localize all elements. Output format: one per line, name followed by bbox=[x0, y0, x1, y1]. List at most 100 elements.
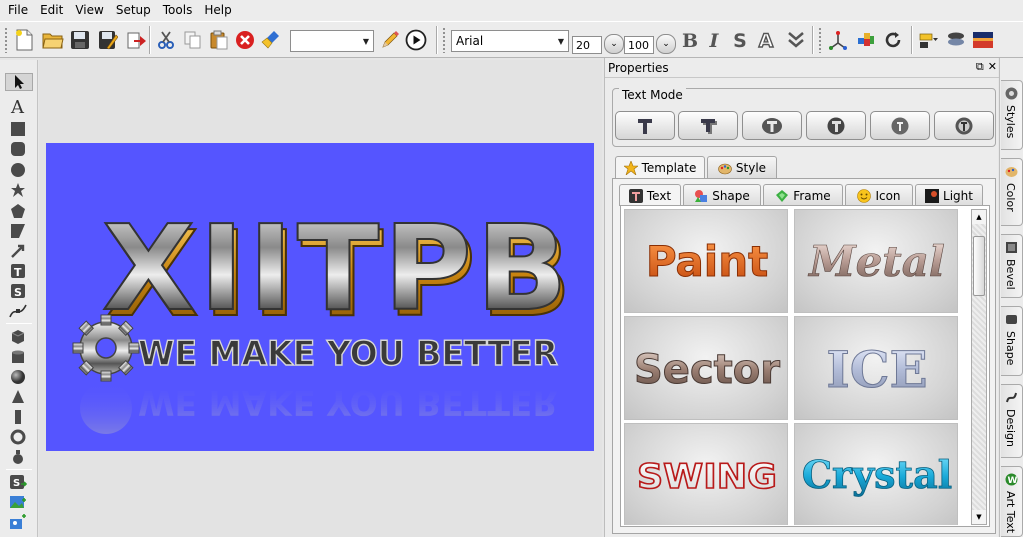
tab-light[interactable]: Light bbox=[915, 184, 983, 206]
background-image-icon[interactable] bbox=[971, 28, 995, 52]
shadow-button[interactable]: S bbox=[729, 29, 751, 53]
cut-icon[interactable] bbox=[154, 28, 178, 52]
text-tool-icon[interactable]: A bbox=[9, 97, 27, 115]
text-mode-flat-button[interactable] bbox=[615, 111, 675, 140]
tab-frame[interactable]: Frame bbox=[763, 184, 843, 206]
scale-spinner[interactable]: 100 ⌄ bbox=[624, 32, 676, 54]
menu-file[interactable]: File bbox=[2, 0, 34, 21]
template-metal[interactable]: Metal bbox=[794, 209, 958, 313]
color-fill-icon[interactable] bbox=[854, 28, 878, 52]
cylinder-tool-icon[interactable] bbox=[9, 348, 27, 366]
text-mode-disc-button[interactable] bbox=[870, 111, 930, 140]
side-tab-design[interactable]: Design bbox=[1001, 384, 1023, 458]
tab-style[interactable]: Style bbox=[707, 156, 777, 178]
symbol-tool-icon[interactable]: S bbox=[9, 282, 27, 300]
rectangle-tool-icon[interactable] bbox=[9, 120, 27, 138]
side-tab-bevel[interactable]: Bevel bbox=[1001, 234, 1023, 298]
tab-text[interactable]: Text bbox=[619, 184, 681, 206]
save-as-icon[interactable] bbox=[96, 28, 120, 52]
ellipse-tool-icon[interactable] bbox=[9, 161, 27, 179]
copy-icon[interactable] bbox=[181, 28, 205, 52]
bottle-tool-icon[interactable] bbox=[9, 448, 27, 466]
clear-brush-icon[interactable] bbox=[259, 28, 283, 52]
scale-value[interactable]: 100 bbox=[624, 36, 654, 54]
cone-tool-icon[interactable] bbox=[9, 388, 27, 406]
rotate-icon[interactable] bbox=[881, 28, 905, 52]
cube-tool-icon[interactable] bbox=[9, 328, 27, 346]
star-tool-icon[interactable] bbox=[9, 181, 27, 199]
open-folder-icon[interactable] bbox=[41, 28, 65, 52]
scroll-up-icon[interactable]: ▲ bbox=[972, 210, 986, 224]
scrollbar-thumb[interactable] bbox=[973, 236, 985, 296]
close-panel-icon[interactable]: ✕ bbox=[988, 60, 997, 74]
menu-edit[interactable]: Edit bbox=[34, 0, 69, 21]
float-panel-icon[interactable]: ⧉ bbox=[976, 60, 984, 74]
font-name-combo[interactable]: Arial ▼ bbox=[451, 30, 569, 52]
spin-arrows-icon[interactable]: ⌄ bbox=[656, 34, 676, 54]
pencil-icon[interactable] bbox=[378, 28, 402, 52]
text-box-tool-icon[interactable]: T bbox=[9, 262, 27, 280]
delete-icon[interactable] bbox=[233, 28, 257, 52]
arrow-tool-icon[interactable] bbox=[9, 242, 27, 260]
select-tool-icon[interactable] bbox=[5, 73, 33, 91]
font-size-spinner[interactable]: 20 ⌄ bbox=[572, 32, 624, 54]
import-image-icon[interactable]: S bbox=[9, 473, 27, 491]
picture-tool-icon[interactable] bbox=[9, 493, 27, 511]
slant-shape-tool-icon[interactable] bbox=[9, 222, 27, 240]
export-icon[interactable] bbox=[124, 28, 148, 52]
side-tab-shape[interactable]: Shape bbox=[1001, 306, 1023, 376]
gallery-scrollbar[interactable]: ▲ ▼ bbox=[971, 209, 987, 525]
font-size-value[interactable]: 20 bbox=[572, 36, 602, 54]
template-crystal[interactable]: Crystal bbox=[794, 423, 958, 525]
tab-shape[interactable]: Shape bbox=[683, 184, 761, 206]
chevron-down-icon[interactable]: ▼ bbox=[359, 31, 373, 51]
template-paint[interactable]: Paint bbox=[624, 209, 788, 313]
scroll-down-icon[interactable]: ▼ bbox=[972, 510, 986, 524]
main-toolbar: ▼ Arial ▼ 20 ⌄ 100 ⌄ B I S A bbox=[0, 21, 1023, 58]
tab-icon[interactable]: Icon bbox=[845, 184, 913, 206]
template-sector[interactable]: Sector bbox=[624, 316, 788, 420]
italic-button[interactable]: I bbox=[703, 29, 725, 53]
style-combo[interactable]: ▼ bbox=[290, 30, 374, 52]
logo-artwork[interactable]: XIITPB XIITPB WE MAKE YOU BETTER WE MAKE… bbox=[46, 143, 594, 451]
transform-axis-icon[interactable] bbox=[826, 28, 850, 52]
text-mode-cylinder-button[interactable] bbox=[742, 111, 802, 140]
properties-header: Properties ⧉ ✕ bbox=[605, 58, 999, 78]
bar-tool-icon[interactable] bbox=[9, 408, 27, 426]
spin-arrows-icon[interactable]: ⌄ bbox=[604, 34, 624, 54]
text-mode-ring-button[interactable] bbox=[934, 111, 994, 140]
align-icon[interactable] bbox=[916, 28, 940, 52]
text-mode-sphere-button[interactable] bbox=[806, 111, 866, 140]
menu-view[interactable]: View bbox=[69, 0, 109, 21]
play-preview-icon[interactable] bbox=[404, 28, 428, 52]
new-file-icon[interactable] bbox=[12, 28, 36, 52]
design-canvas[interactable]: XIITPB XIITPB WE MAKE YOU BETTER WE MAKE… bbox=[46, 143, 594, 451]
toolbar-grip[interactable] bbox=[4, 27, 8, 53]
ring-tool-icon[interactable] bbox=[9, 428, 27, 446]
color-palette-icon bbox=[1005, 167, 1018, 177]
template-swing[interactable]: SWING bbox=[624, 423, 788, 525]
sphere-tool-icon[interactable] bbox=[9, 368, 27, 386]
curve-tool-icon[interactable] bbox=[9, 302, 27, 320]
side-tab-styles[interactable]: Styles bbox=[1001, 80, 1023, 150]
rounded-rect-tool-icon[interactable] bbox=[9, 140, 27, 158]
layers-icon[interactable] bbox=[944, 28, 968, 52]
text-mode-extrude-button[interactable] bbox=[678, 111, 738, 140]
pentagon-tool-icon[interactable] bbox=[9, 202, 27, 220]
menu-tools[interactable]: Tools bbox=[157, 0, 199, 21]
menu-help[interactable]: Help bbox=[198, 0, 237, 21]
side-tab-color[interactable]: Color bbox=[1001, 158, 1023, 226]
clipart-tool-icon[interactable] bbox=[9, 513, 27, 531]
side-tab-art-text[interactable]: W Art Text bbox=[1001, 466, 1023, 537]
text-cylinder-icon bbox=[762, 117, 782, 134]
template-ice[interactable]: ICE bbox=[794, 316, 958, 420]
bold-button[interactable]: B bbox=[679, 29, 701, 53]
outline-button[interactable]: A bbox=[755, 29, 777, 53]
canvas-workspace[interactable]: XIITPB XIITPB WE MAKE YOU BETTER WE MAKE… bbox=[39, 60, 602, 537]
menu-setup[interactable]: Setup bbox=[110, 0, 157, 21]
save-icon[interactable] bbox=[68, 28, 92, 52]
double-chevron-down-icon[interactable] bbox=[784, 28, 808, 52]
chevron-down-icon[interactable]: ▼ bbox=[554, 31, 568, 51]
tab-template[interactable]: Template bbox=[615, 156, 705, 178]
paste-icon[interactable] bbox=[207, 28, 231, 52]
